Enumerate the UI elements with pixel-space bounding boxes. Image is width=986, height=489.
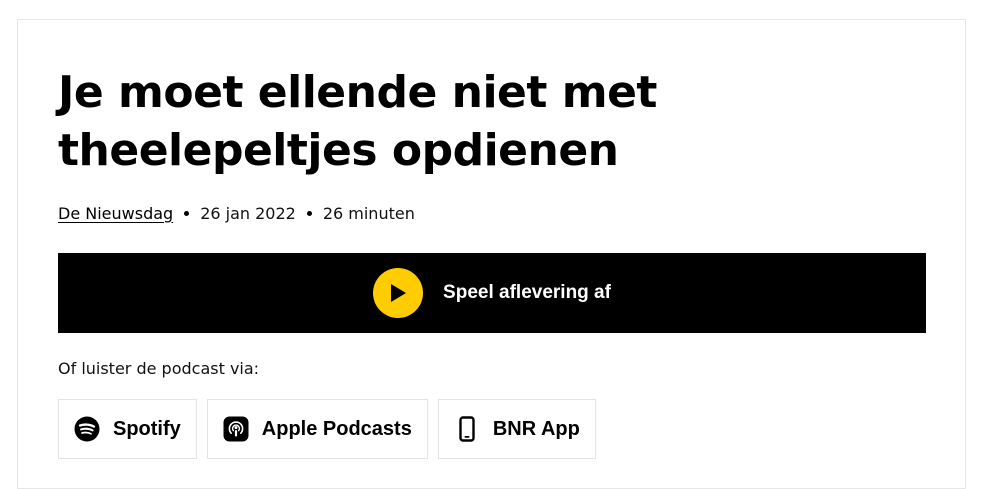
apple-podcasts-label: Apple Podcasts bbox=[261, 417, 412, 440]
bnr-app-button[interactable]: BNR App bbox=[437, 399, 596, 459]
play-episode-button[interactable]: Speel aflevering af bbox=[58, 253, 926, 333]
platform-list: Spotify Apple Podcasts BNR App bbox=[58, 399, 596, 459]
episode-meta: De Nieuwsdag 26 jan 2022 26 minuten bbox=[58, 203, 415, 223]
spotify-icon bbox=[74, 416, 100, 442]
apple-podcasts-button[interactable]: Apple Podcasts bbox=[206, 399, 428, 459]
phone-icon bbox=[454, 416, 480, 442]
spotify-label: Spotify bbox=[113, 417, 181, 440]
play-episode-label: Speel aflevering af bbox=[443, 282, 611, 303]
separator-dot bbox=[184, 210, 190, 216]
episode-duration: 26 minuten bbox=[322, 203, 415, 223]
episode-card: Je moet ellende niet met theelepeltjes o… bbox=[17, 19, 966, 489]
spotify-button[interactable]: Spotify bbox=[58, 399, 197, 459]
bnr-app-label: BNR App bbox=[492, 417, 580, 440]
apple-podcasts-icon bbox=[223, 416, 249, 442]
play-icon bbox=[373, 268, 424, 318]
page-title: Je moet ellende niet met theelepeltjes o… bbox=[58, 67, 657, 176]
episode-date: 26 jan 2022 bbox=[200, 203, 296, 223]
show-link[interactable]: De Nieuwsdag bbox=[58, 204, 173, 223]
separator-dot bbox=[306, 210, 312, 216]
listen-via-label: Of luister de podcast via: bbox=[58, 359, 260, 378]
